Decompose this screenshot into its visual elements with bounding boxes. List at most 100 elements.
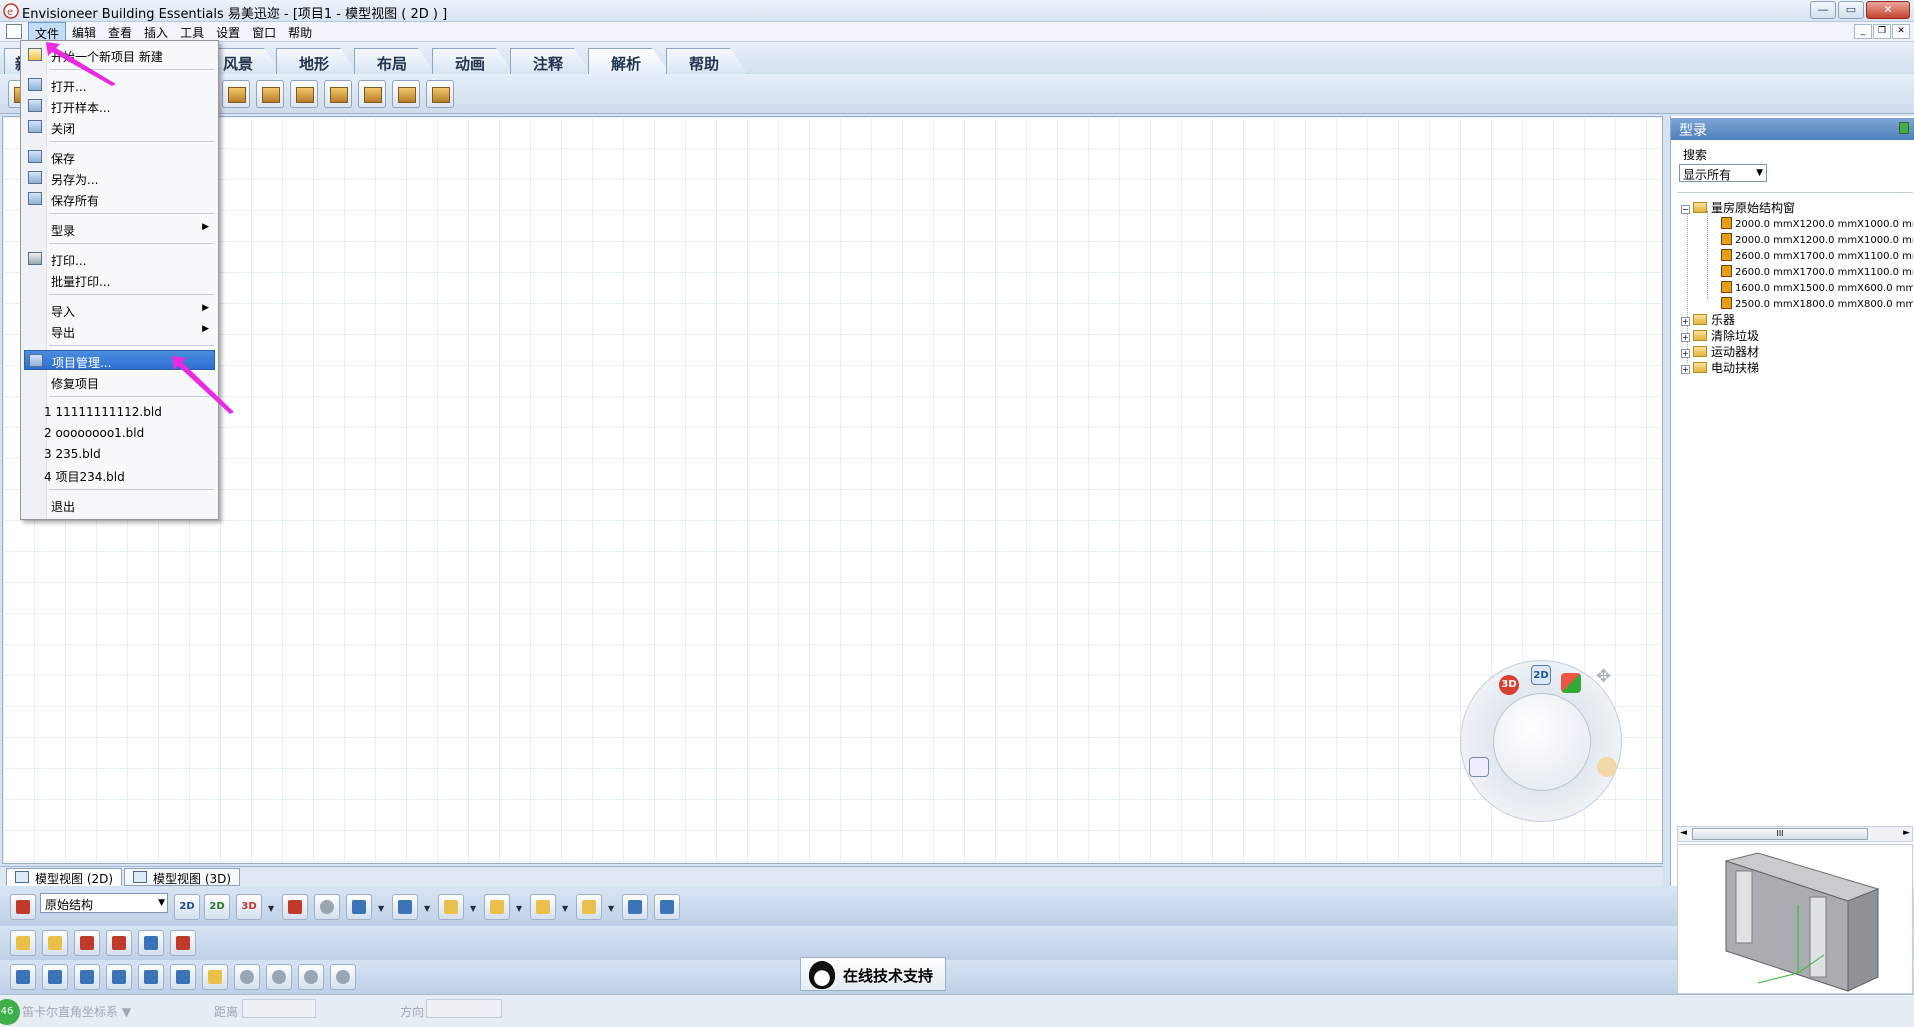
tab-layout[interactable]: 布局	[354, 48, 437, 74]
tree-folder-instruments[interactable]: + 乐器	[1681, 311, 1735, 328]
render-icon[interactable]	[170, 930, 196, 956]
orbit-icon[interactable]	[266, 964, 292, 990]
menu-batch-print[interactable]: 批量打印...	[24, 270, 215, 290]
solid-box-icon[interactable]	[42, 930, 68, 956]
tree-item[interactable]: 1600.0 mmX1500.0 mmX600.0 mm$	[1721, 281, 1913, 294]
menu-recent-file[interactable]: 1 11111111112.bld	[24, 402, 215, 422]
house-icon[interactable]	[426, 80, 454, 108]
zoom-fit-icon[interactable]	[170, 964, 196, 990]
menu-save-as[interactable]: 另存为...	[24, 168, 215, 188]
materials-icon[interactable]	[392, 80, 420, 108]
pin-icon[interactable]	[1899, 122, 1909, 134]
menu-exit[interactable]: 退出	[24, 495, 215, 515]
coordinate-system-select[interactable]: 笛卡尔直角坐标系 ▼	[22, 1003, 131, 1020]
chevron-down-icon[interactable]: ▼	[470, 904, 476, 913]
menu-print[interactable]: 打印...	[24, 249, 215, 269]
tree-folder-garbage[interactable]: + 清除垃圾	[1681, 327, 1759, 344]
catalog-filter-select[interactable]: 显示所有 ▼	[1679, 164, 1767, 182]
house-analyze-icon[interactable]	[290, 80, 318, 108]
menu-open-sample[interactable]: 打开样本...	[24, 96, 215, 116]
menu-repair-project[interactable]: 修复项目	[24, 372, 215, 392]
zoom-window-icon[interactable]	[106, 964, 132, 990]
maximize-button[interactable]: ▭	[1838, 1, 1864, 19]
menu-view[interactable]: 查看	[102, 22, 138, 42]
minimize-button[interactable]: —	[1810, 1, 1836, 19]
menu-insert[interactable]: 插入	[138, 22, 174, 42]
building-icon[interactable]	[222, 80, 250, 108]
display-settings-icon[interactable]	[622, 894, 648, 920]
elevation-icon[interactable]	[324, 80, 352, 108]
menu-file[interactable]: 文件	[28, 22, 67, 42]
catalog-horizontal-scrollbar[interactable]: ◄ III ►	[1677, 826, 1913, 842]
view-2d-3d-button[interactable]: 2D	[204, 894, 230, 920]
pan-hand-icon[interactable]	[202, 964, 228, 990]
menu-recent-file[interactable]: 3 235.bld	[24, 444, 215, 464]
menu-new-project[interactable]: 开始一个新项目 新建	[24, 45, 215, 65]
chevron-down-icon[interactable]: ▼	[424, 904, 430, 913]
close-button[interactable]: ✕	[1866, 1, 1910, 19]
view-mixed-icon[interactable]	[1561, 673, 1581, 693]
document-icon[interactable]	[6, 24, 22, 39]
camera-icon[interactable]	[438, 894, 464, 920]
menu-settings[interactable]: 设置	[210, 22, 246, 42]
tree-item[interactable]: 2000.0 mmX1200.0 mmX1000.0 mm$	[1721, 233, 1913, 246]
walk-icon[interactable]	[234, 964, 260, 990]
drawing-canvas-2d[interactable]	[2, 116, 1663, 864]
brick-box-icon[interactable]	[106, 930, 132, 956]
tab-annotation[interactable]: 注释	[510, 48, 593, 74]
tree-item[interactable]: 2600.0 mmX1700.0 mmX1100.0 mm$	[1721, 265, 1913, 278]
camera-settings-icon[interactable]	[330, 964, 356, 990]
direction-field[interactable]	[426, 999, 502, 1018]
menu-save-all[interactable]: 保存所有	[24, 189, 215, 209]
tree-item[interactable]: 2000.0 mmX1200.0 mmX1000.0 mm$	[1721, 217, 1913, 230]
tab-analysis[interactable]: 解析	[588, 48, 671, 74]
scroll-right-icon[interactable]: ►	[1903, 828, 1910, 838]
pan-hand-icon[interactable]	[1597, 757, 1617, 777]
tree-folder-escalators[interactable]: + 电动扶梯	[1681, 359, 1759, 376]
look-around-icon[interactable]	[298, 964, 324, 990]
zoom-extents-icon[interactable]	[1469, 757, 1489, 777]
zoom-out-icon[interactable]	[42, 964, 68, 990]
navigation-wheel-center[interactable]	[1493, 693, 1591, 791]
mdi-minimize-button[interactable]: _	[1854, 24, 1872, 39]
collapse-icon[interactable]: −	[1681, 205, 1690, 214]
tab-help[interactable]: 帮助	[666, 48, 749, 74]
expand-icon[interactable]: +	[1681, 349, 1690, 358]
view-2d-icon[interactable]: 2D	[1531, 665, 1551, 685]
view-3d-button[interactable]: 3D	[236, 894, 262, 920]
menu-recent-file[interactable]: 2 oooooooo1.bld	[24, 423, 215, 443]
expand-icon[interactable]: +	[1681, 317, 1690, 326]
chevron-down-icon[interactable]: ▼	[516, 904, 522, 913]
expand-icon[interactable]: +	[1681, 333, 1690, 342]
display-options-icon[interactable]	[654, 894, 680, 920]
menu-edit[interactable]: 编辑	[66, 22, 102, 42]
tab-animation[interactable]: 动画	[432, 48, 515, 74]
status-badge[interactable]: 46	[0, 999, 20, 1025]
menu-project-manager[interactable]: 项目管理...	[24, 350, 215, 370]
tree-folder-original-windows[interactable]: − 量房原始结构窗	[1681, 199, 1795, 216]
tab-model-view-2d[interactable]: 模型视图 (2D)	[6, 868, 123, 886]
menu-open[interactable]: 打开...	[24, 75, 215, 95]
menu-help[interactable]: 帮助	[282, 22, 318, 42]
menu-import[interactable]: 导入 ▶	[24, 300, 215, 320]
mdi-close-button[interactable]: ✕	[1892, 24, 1910, 39]
expand-icon[interactable]: +	[1681, 365, 1690, 374]
chevron-down-icon[interactable]: ▼	[608, 904, 614, 913]
menu-catalog[interactable]: 型录 ▶	[24, 219, 215, 239]
box-icon[interactable]	[576, 894, 602, 920]
mdi-restore-button[interactable]: ❐	[1873, 24, 1891, 39]
zoom-icon[interactable]	[138, 964, 164, 990]
menu-recent-file[interactable]: 4 项目234.bld	[24, 465, 215, 485]
mixed-view-icon[interactable]	[282, 894, 308, 920]
lamp-icon[interactable]	[484, 894, 510, 920]
online-support-button[interactable]: 在线技术支持	[800, 957, 946, 991]
menu-export[interactable]: 导出 ▶	[24, 321, 215, 341]
scroll-left-icon[interactable]: ◄	[1680, 828, 1687, 838]
menu-tools[interactable]: 工具	[174, 22, 210, 42]
tree-folder-sports[interactable]: + 运动器材	[1681, 343, 1759, 360]
house-outline-icon[interactable]	[346, 894, 372, 920]
tab-terrain[interactable]: 地形	[276, 48, 359, 74]
zoom-extents-icon[interactable]	[74, 964, 100, 990]
menu-close[interactable]: 关闭	[24, 117, 215, 137]
window-grid-icon[interactable]	[256, 80, 284, 108]
